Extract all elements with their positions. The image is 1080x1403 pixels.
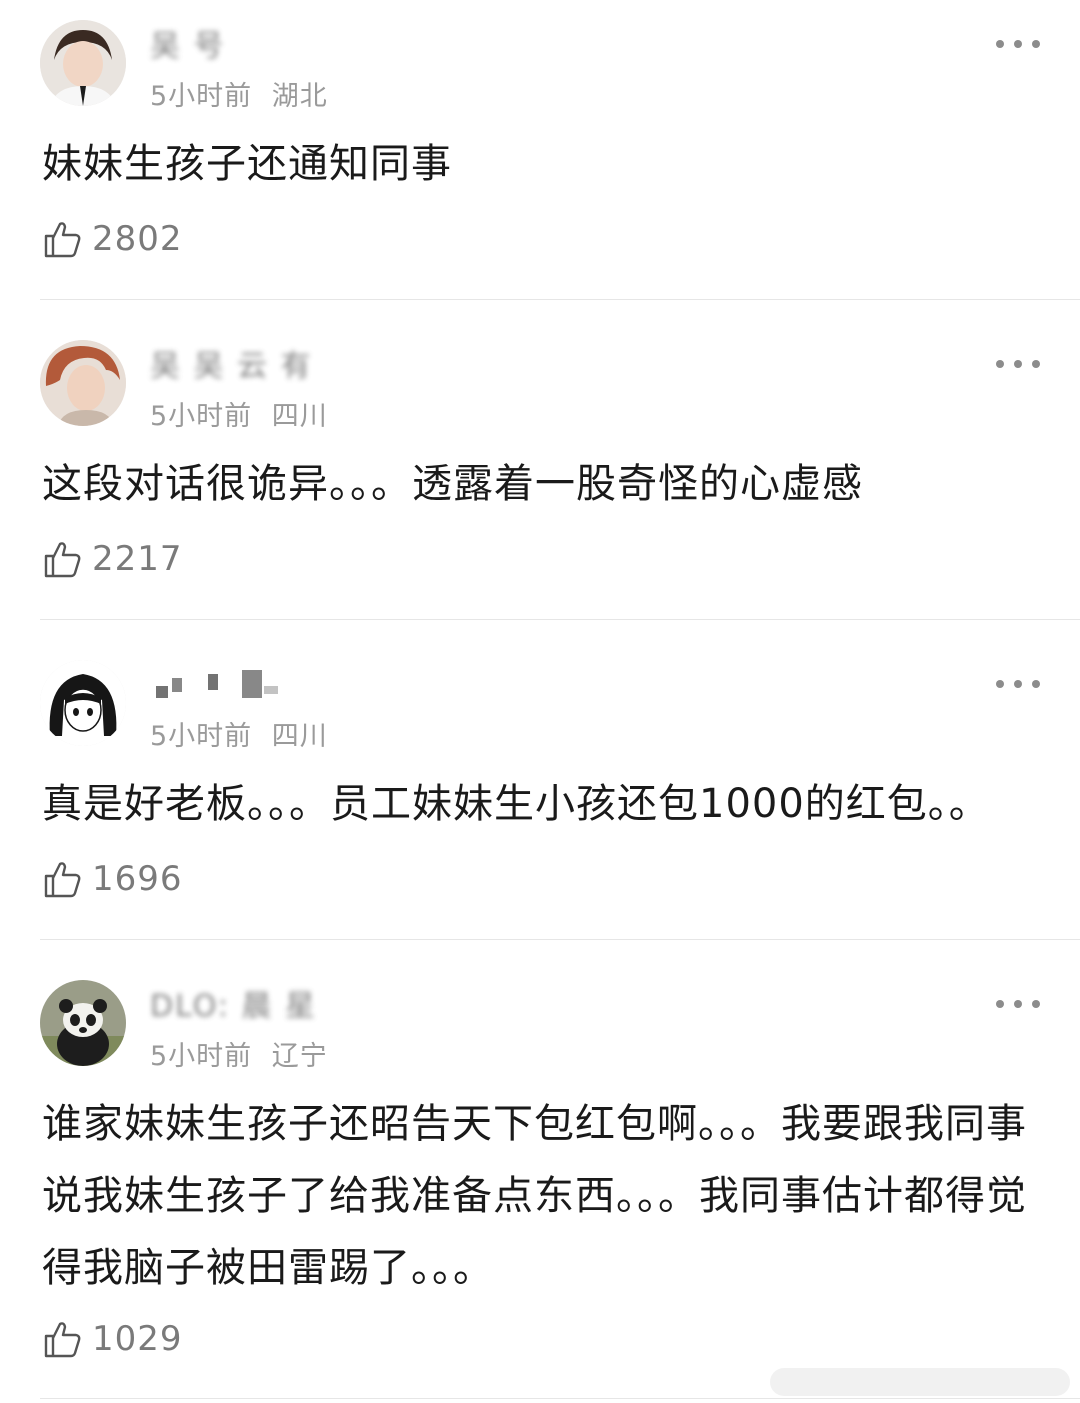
- comment-time: 5小时前: [150, 721, 253, 752]
- user-avatar[interactable]: [40, 660, 126, 746]
- username[interactable]: DLO: 晨 星: [150, 992, 317, 1022]
- divider: [40, 299, 1080, 300]
- comment-text: 妹妹生孩子还通知同事: [42, 141, 452, 187]
- like-count: 1029: [92, 1319, 183, 1359]
- comment-meta: 5小时前 湖北: [150, 74, 338, 113]
- comment-meta: 5小时前 四川: [150, 714, 338, 753]
- divider: [40, 619, 1080, 620]
- like-button[interactable]: 1696: [42, 858, 183, 900]
- comment-meta: 5小时前 辽宁: [150, 1034, 338, 1073]
- user-avatar[interactable]: [40, 340, 126, 426]
- thumbs-up-icon: [44, 222, 81, 258]
- like-button[interactable]: 2802: [42, 218, 183, 260]
- more-dots-icon[interactable]: [996, 37, 1040, 51]
- like-button[interactable]: 2217: [42, 538, 183, 580]
- comment-location: 辽宁: [271, 1041, 328, 1072]
- like-count: 2802: [92, 219, 183, 259]
- like-button[interactable]: 1029: [42, 1318, 183, 1360]
- comment-meta: 5小时前 四川: [150, 394, 338, 433]
- like-count: 1696: [92, 859, 183, 899]
- thumbs-up-icon: [44, 1322, 81, 1358]
- comment-text: 谁家妹妹生孩子还昭告天下包红包啊。。。我要跟我同事说我妹生孩子了给我准备点东西。…: [42, 1101, 1027, 1291]
- username[interactable]: 吴 号: [150, 32, 226, 62]
- comment-time: 5小时前: [150, 1041, 253, 1072]
- user-avatar[interactable]: [40, 20, 126, 106]
- divider: [40, 1398, 1080, 1399]
- user-avatar[interactable]: [40, 980, 126, 1066]
- comment-time: 5小时前: [150, 401, 253, 432]
- thumbs-up-icon: [44, 542, 81, 578]
- watermark-bar: [770, 1368, 1070, 1396]
- comment-location: 四川: [271, 721, 328, 752]
- comment-location: 湖北: [271, 81, 328, 112]
- comment-location: 四川: [271, 401, 328, 432]
- thumbs-up-icon: [44, 862, 81, 898]
- more-dots-icon[interactable]: [996, 357, 1040, 371]
- more-dots-icon[interactable]: [996, 997, 1040, 1011]
- more-dots-icon[interactable]: [996, 677, 1040, 691]
- divider: [40, 939, 1080, 940]
- comment-time: 5小时前: [150, 81, 253, 112]
- username[interactable]: [150, 668, 290, 698]
- like-count: 2217: [92, 539, 183, 579]
- username[interactable]: 吴 吴 云 有: [150, 352, 313, 382]
- comment-text: 真是好老板。。。员工妹妹生小孩还包1000的红包。。: [42, 781, 990, 827]
- comment-text: 这段对话很诡异。。。透露着一股奇怪的心虚感: [42, 461, 863, 507]
